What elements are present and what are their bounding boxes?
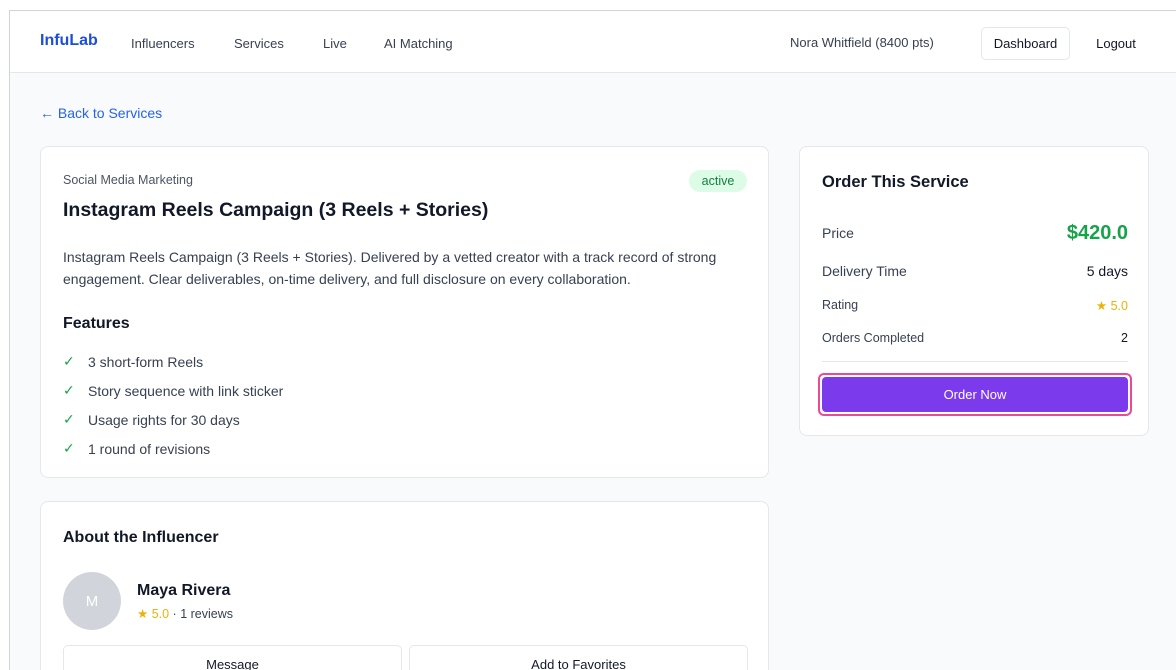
- price-value: $420.0: [1066, 221, 1128, 244]
- nav-link-ai-matching[interactable]: AI Matching: [384, 36, 453, 51]
- star-icon: ★: [137, 607, 152, 621]
- service-title: Instagram Reels Campaign (3 Reels + Stor…: [63, 199, 489, 221]
- feature-item: ✓ Usage rights for 30 days: [63, 411, 240, 428]
- check-icon: ✓: [63, 353, 75, 369]
- brand-logo[interactable]: InfuLab: [40, 32, 98, 50]
- avatar: M: [63, 572, 121, 630]
- status-badge: active: [689, 170, 747, 192]
- order-now-button[interactable]: Order Now: [818, 373, 1132, 416]
- orders-value: 2: [1121, 331, 1128, 345]
- orders-label: Orders Completed: [822, 331, 925, 345]
- nav-link-live[interactable]: Live: [323, 36, 347, 51]
- influencer-name[interactable]: Maya Rivera: [137, 582, 230, 600]
- nav-link-services[interactable]: Services: [234, 36, 284, 51]
- rating-value: ★ 5.0: [1095, 298, 1128, 313]
- influencer-rating: ★ 5.0 · 1 reviews: [137, 607, 233, 621]
- rating-label: Rating: [822, 298, 859, 312]
- check-icon: ✓: [63, 382, 75, 398]
- service-details-card: Social Media Marketing active Instagram …: [40, 146, 769, 478]
- delivery-value: 5 days: [1086, 263, 1128, 279]
- separator-dot: ·: [169, 607, 181, 621]
- rating-row: Rating ★ 5.0: [822, 296, 1128, 314]
- app-frame: InfuLab Influencers Services Live AI Mat…: [9, 10, 1176, 670]
- influencer-card: About the Influencer M Maya Rivera ★ 5.0…: [40, 501, 769, 670]
- orders-row: Orders Completed 2: [822, 329, 1128, 347]
- features-list: ✓ 3 short-form Reels ✓ Story sequence with…: [63, 347, 283, 463]
- logout-button[interactable]: Logout: [1086, 27, 1146, 60]
- feature-item: ✓ Story sequence with link sticker: [63, 382, 284, 399]
- dashboard-button[interactable]: Dashboard: [981, 27, 1070, 60]
- order-heading: Order This Service: [822, 173, 969, 191]
- nav-link-influencers[interactable]: Influencers: [131, 36, 195, 51]
- order-card: Order This Service Price $420.0 Delivery…: [799, 146, 1149, 436]
- about-heading: About the Influencer: [63, 529, 219, 546]
- check-icon: ✓: [63, 411, 75, 427]
- navbar: InfuLab Influencers Services Live AI Mat…: [10, 11, 1176, 73]
- order-now-label[interactable]: Order Now: [822, 377, 1128, 412]
- check-icon: ✓: [63, 440, 75, 456]
- divider: [822, 361, 1128, 362]
- feature-item: ✓ 3 short-form Reels: [63, 353, 204, 370]
- feature-item: ✓ 1 round of revisions: [63, 440, 211, 457]
- service-category: Social Media Marketing: [63, 173, 193, 187]
- price-label: Price: [822, 225, 854, 241]
- features-heading: Features: [63, 315, 130, 332]
- add-to-favorites-button[interactable]: Add to Favorites: [409, 645, 748, 670]
- delivery-row: Delivery Time 5 days: [822, 261, 1128, 281]
- message-button[interactable]: Message: [63, 645, 402, 670]
- star-icon: ★: [1095, 298, 1111, 313]
- back-to-services-link[interactable]: ← Back to Services: [40, 105, 162, 121]
- price-row: Price $420.0: [822, 220, 1128, 246]
- delivery-label: Delivery Time: [822, 263, 907, 279]
- user-points: Nora Whitfield (8400 pts): [790, 35, 934, 50]
- service-description: Instagram Reels Campaign (3 Reels + Stor…: [63, 249, 717, 287]
